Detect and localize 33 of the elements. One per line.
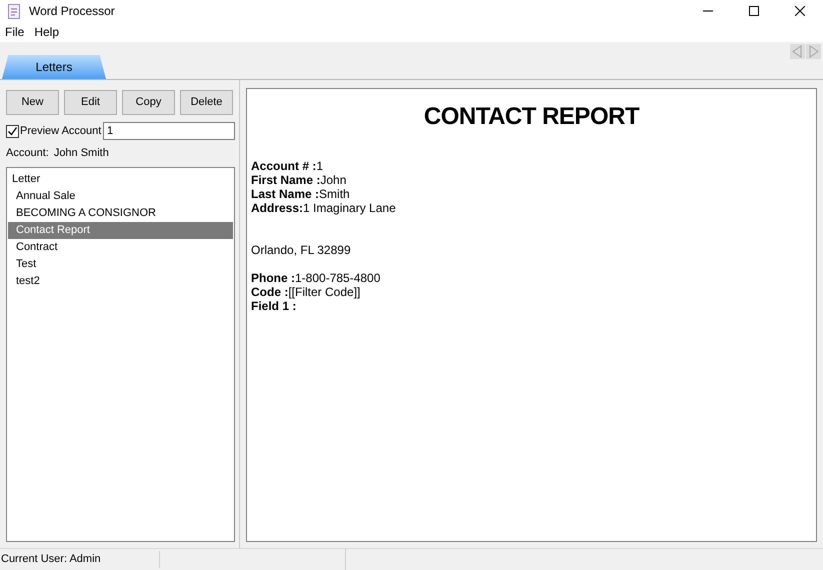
tree-item[interactable]: Contact Report <box>8 222 233 238</box>
document-title: CONTACT REPORT <box>422 103 640 131</box>
toolbar-button[interactable]: New <box>6 90 59 115</box>
close-icon <box>795 6 805 16</box>
account-label: Account: <box>6 146 49 161</box>
tree-item[interactable]: BECOMING A CONSIGNOR <box>8 204 233 222</box>
document-line: First Name :John <box>251 173 346 187</box>
document-line: Phone :1-800-785-4800 <box>251 271 380 285</box>
checkbox[interactable] <box>6 124 19 138</box>
toolbar-button[interactable]: Edit <box>64 90 117 115</box>
maximize-icon <box>749 6 759 16</box>
toolbar-button[interactable]: Delete <box>180 90 233 115</box>
toolbar-button[interactable]: Copy <box>122 90 175 115</box>
app-icon <box>8 4 20 18</box>
checkbox-label: Preview Account <box>20 124 102 139</box>
document-line: Orlando, FL 32899 <box>251 243 351 257</box>
tab[interactable]: Letters <box>2 55 106 79</box>
status-text: Current User: Admin <box>0 551 160 568</box>
tree-item[interactable]: Contract <box>8 238 233 256</box>
document-line: Account # :1 <box>251 159 324 173</box>
document-line: Code :[[Filter Code]] <box>251 285 360 299</box>
document-line: Address:1 Imaginary Lane <box>251 201 396 215</box>
tree-item[interactable]: Test <box>8 256 233 272</box>
account-input[interactable]: 1 <box>103 122 235 140</box>
menu-item[interactable]: File <box>5 23 24 41</box>
tree-item[interactable]: test2 <box>8 272 233 290</box>
document-line: Field 1 : <box>251 299 296 313</box>
account-name: John Smith <box>54 146 109 161</box>
document-line: Last Name :Smith <box>251 187 350 201</box>
tree-node[interactable]: Letter <box>8 170 233 188</box>
tree-item[interactable]: Annual Sale <box>8 188 233 204</box>
menu-item[interactable]: Help <box>34 23 60 41</box>
window-title: Word Processor <box>29 3 115 20</box>
